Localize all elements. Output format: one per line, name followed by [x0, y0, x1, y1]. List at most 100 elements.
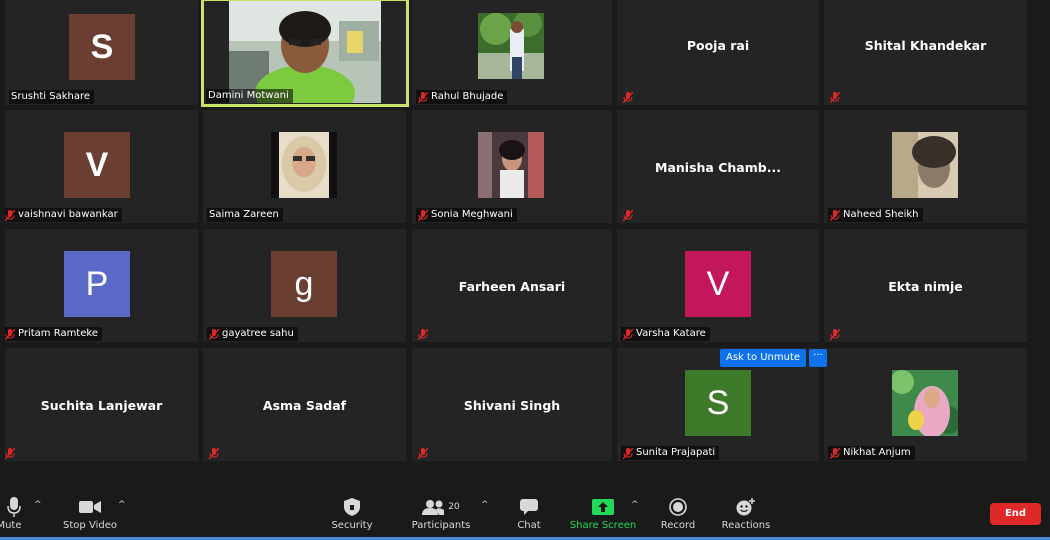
avatar: g	[271, 251, 337, 317]
muted-mic-icon	[5, 447, 15, 459]
mute-button[interactable]: Mute	[0, 496, 28, 531]
participant-label: Naheed Sheikh	[828, 208, 923, 222]
participant-name: Naheed Sheikh	[843, 209, 919, 220]
participant-name: Damini Motwani	[208, 90, 289, 101]
participant-tile-sonia[interactable]: Sonia Meghwani	[412, 110, 612, 223]
muted-mic-icon	[418, 447, 428, 459]
shield-icon	[344, 496, 360, 518]
participant-tile-damini-active-speaker[interactable]: Damini Motwani	[201, 0, 409, 107]
participant-tile-srushti[interactable]: S Srushti Sakhare	[5, 0, 198, 105]
participant-name: Sunita Prajapati	[636, 447, 716, 458]
ask-to-unmute-button[interactable]: Ask to Unmute	[720, 349, 807, 367]
smiley-plus-icon	[736, 496, 756, 518]
chat-label: Chat	[517, 520, 541, 531]
participant-tile-saima[interactable]: Saima Zareen	[203, 110, 406, 223]
more-options-button[interactable]: ···	[809, 349, 828, 367]
participant-label: gayatree sahu	[207, 327, 298, 341]
avatar: S	[685, 370, 751, 436]
participant-name: Varsha Katare	[636, 328, 706, 339]
participant-name: Srushti Sakhare	[11, 91, 90, 102]
participant-label: Damini Motwani	[206, 89, 293, 103]
muted-mic-icon	[830, 91, 840, 103]
participant-tile-vaishnavi[interactable]: V vaishnavi bawankar	[5, 110, 198, 223]
participant-label	[828, 327, 847, 341]
record-label: Record	[660, 520, 696, 531]
participant-tile-gayatree[interactable]: g gayatree sahu	[203, 229, 406, 342]
participant-name: Rahul Bhujade	[431, 91, 504, 102]
participant-tile-pritam[interactable]: P Pritam Ramteke	[5, 229, 198, 342]
muted-mic-icon	[418, 91, 428, 103]
share-screen-icon	[592, 496, 614, 518]
muted-mic-icon	[623, 447, 633, 459]
participant-display-name: Farheen Ansari	[458, 279, 566, 294]
microphone-icon	[7, 496, 21, 518]
participant-tile-suchita[interactable]: Suchita Lanjewar	[5, 348, 198, 461]
participant-tile-manisha[interactable]: Manisha Chamb...	[617, 110, 819, 223]
participant-tile-rahul[interactable]: Rahul Bhujade	[412, 0, 612, 105]
security-button[interactable]: Security	[331, 496, 373, 531]
participant-tile-farheen[interactable]: Farheen Ansari	[412, 229, 612, 342]
muted-mic-icon	[830, 447, 840, 459]
participant-display-name: Shital Khandekar	[864, 38, 987, 53]
participant-display-name: Suchita Lanjewar	[40, 398, 163, 413]
muted-mic-icon	[623, 209, 633, 221]
stop-video-button[interactable]: Stop Video	[62, 496, 118, 531]
share-screen-label: Share Screen	[569, 520, 637, 531]
chevron-up-icon[interactable]: ^	[631, 500, 639, 510]
muted-mic-icon	[5, 328, 15, 340]
record-button[interactable]: Record	[660, 496, 696, 531]
participant-label	[828, 90, 847, 104]
meeting-toolbar: Mute ^ Stop Video ^ Security 20 Particip…	[0, 470, 1050, 540]
participant-tile-shivani[interactable]: Shivani Singh	[412, 348, 612, 461]
muted-mic-icon	[209, 447, 219, 459]
participant-tile-varsha[interactable]: V Varsha Katare	[617, 229, 819, 342]
stop-video-label: Stop Video	[63, 520, 117, 531]
participant-label: Sonia Meghwani	[416, 208, 517, 222]
participant-name: Nikhat Anjum	[843, 447, 911, 458]
participant-label: Saima Zareen	[207, 208, 283, 222]
participant-display-name: Manisha Chamb...	[655, 160, 781, 175]
participant-label: Varsha Katare	[621, 327, 710, 341]
chevron-up-icon[interactable]: ^	[34, 500, 42, 510]
avatar: P	[64, 251, 130, 317]
participant-label: Sunita Prajapati	[621, 446, 720, 460]
muted-mic-icon	[830, 209, 840, 221]
participant-tile-ekta[interactable]: Ekta nimje	[824, 229, 1027, 342]
participants-button[interactable]: 20 Participants	[411, 496, 471, 531]
participant-label: Nikhat Anjum	[828, 446, 915, 460]
muted-mic-icon	[418, 209, 428, 221]
participant-tile-shital[interactable]: Shital Khandekar	[824, 0, 1027, 105]
muted-mic-icon	[209, 328, 219, 340]
participant-tile-pooja[interactable]: Pooja rai	[617, 0, 819, 105]
share-screen-button[interactable]: Share Screen	[569, 496, 637, 531]
participant-tile-asma[interactable]: Asma Sadaf	[203, 348, 406, 461]
muted-mic-icon	[623, 91, 633, 103]
participant-display-name: Ekta nimje	[888, 279, 963, 294]
end-meeting-button[interactable]: End	[990, 503, 1041, 525]
participants-label: Participants	[411, 520, 471, 531]
participant-label	[416, 446, 435, 460]
participant-label: Srushti Sakhare	[9, 90, 94, 104]
chat-button[interactable]: Chat	[511, 496, 547, 531]
participant-label: Pritam Ramteke	[5, 327, 102, 341]
participants-count: 20	[448, 502, 460, 512]
muted-mic-icon	[830, 328, 840, 340]
participant-label	[621, 208, 640, 222]
participant-name: gayatree sahu	[222, 328, 294, 339]
profile-photo	[892, 370, 958, 436]
chat-bubble-icon	[520, 496, 538, 518]
participant-tile-nikhat[interactable]: Nikhat Anjum	[824, 348, 1027, 461]
chevron-up-icon[interactable]: ^	[118, 500, 126, 510]
participant-label	[5, 446, 22, 460]
profile-photo	[271, 132, 337, 198]
profile-photo	[478, 13, 544, 79]
video-camera-icon	[79, 496, 101, 518]
participant-label	[207, 446, 226, 460]
participant-name: vaishnavi bawankar	[18, 209, 118, 220]
reactions-button[interactable]: Reactions	[722, 496, 770, 531]
avatar: S	[69, 14, 135, 80]
chevron-up-icon[interactable]: ^	[481, 500, 489, 510]
participant-label	[416, 327, 435, 341]
participant-tile-naheed[interactable]: Naheed Sheikh	[824, 110, 1027, 223]
reactions-label: Reactions	[721, 520, 771, 531]
